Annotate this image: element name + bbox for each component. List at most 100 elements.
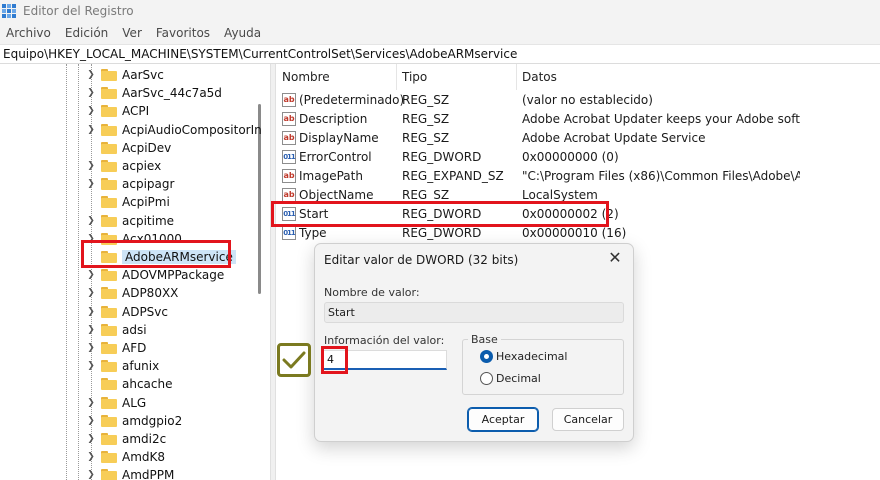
tree-item[interactable]: ❯ ACPI xyxy=(86,102,149,120)
tree-item[interactable]: ❯ amdgpio2 xyxy=(86,412,182,430)
tree-item[interactable]: ❯ AarSvc_44c7a5d xyxy=(86,84,222,102)
tree-item[interactable]: AcpiPmi xyxy=(86,193,170,211)
radio-decimal[interactable]: Decimal xyxy=(480,372,541,385)
tree-item[interactable]: ❯ AmdPPM xyxy=(86,466,174,480)
folder-icon xyxy=(101,287,117,300)
chevron-right-icon[interactable]: ❯ xyxy=(86,307,96,317)
ok-button[interactable]: Aceptar xyxy=(467,407,539,432)
tree-item[interactable]: ❯ ADOVMPPackage xyxy=(86,266,224,284)
address-bar[interactable]: Equipo\HKEY_LOCAL_MACHINE\SYSTEM\Current… xyxy=(0,44,880,64)
value-data: Adobe Acrobat Updater keeps your Adobe s… xyxy=(522,111,800,126)
folder-icon xyxy=(101,342,117,354)
tree-item-label: ADOVMPPackage xyxy=(122,268,225,283)
tree-item[interactable]: ❯ AcpiAudioCompositorIn xyxy=(86,121,262,139)
chevron-right-icon[interactable]: ❯ xyxy=(86,452,96,462)
base-group xyxy=(462,339,624,395)
cancel-button[interactable]: Cancelar xyxy=(552,408,624,431)
value-name-label: Nombre de valor: xyxy=(324,286,420,299)
value-row[interactable]: ab ImagePath REG_EXPAND_SZ "C:\Program File… xyxy=(276,166,880,185)
base-label: Base xyxy=(468,333,501,346)
chevron-right-icon[interactable]: ❯ xyxy=(86,470,96,480)
chevron-right-icon[interactable]: ❯ xyxy=(86,288,96,298)
value-name: ImagePath xyxy=(299,168,363,183)
menu-edicion[interactable]: Edición xyxy=(65,26,108,40)
value-data: Adobe Acrobat Update Service xyxy=(522,130,706,145)
tree-item[interactable]: ❯ AmdK8 xyxy=(86,448,165,466)
menu-favoritos[interactable]: Favoritos xyxy=(156,26,210,40)
chevron-right-icon[interactable]: ❯ xyxy=(86,161,96,171)
tree-item[interactable]: ❯ AarSvc xyxy=(86,66,164,84)
column-name-header[interactable]: Nombre xyxy=(276,64,396,90)
value-name-cell: ab (Predeterminado) xyxy=(282,90,404,109)
column-type-header[interactable]: Tipo xyxy=(396,64,516,90)
folder-icon xyxy=(101,360,117,373)
value-row[interactable]: ab Description REG_SZ Adobe Acrobat Updater… xyxy=(276,109,880,128)
value-name-cell: ab DisplayName xyxy=(282,128,379,147)
value-name: ObjectName xyxy=(299,187,374,202)
value-row[interactable]: ab DisplayName REG_SZ Adobe Acrobat Update … xyxy=(276,128,880,147)
value-type: REG_SZ xyxy=(402,92,450,107)
tree-item-label: ADP80XX xyxy=(122,286,179,301)
chevron-right-icon[interactable]: ❯ xyxy=(86,125,96,135)
folder-icon xyxy=(101,87,117,100)
tree-item-label: acpitime xyxy=(122,213,175,228)
value-name-field: Start xyxy=(324,302,624,323)
menu-ver[interactable]: Ver xyxy=(122,26,142,40)
chevron-right-icon[interactable]: ❯ xyxy=(86,106,96,116)
value-row[interactable]: ab (Predeterminado) REG_SZ (valor no establ… xyxy=(276,90,880,109)
folder-icon xyxy=(101,433,117,445)
folder-icon xyxy=(101,69,117,81)
tree-item-label: AmdPPM xyxy=(122,468,175,480)
chevron-right-icon[interactable]: ❯ xyxy=(86,416,96,426)
radio-selected-icon[interactable] xyxy=(480,350,493,363)
tree-item-label: AmdK8 xyxy=(122,450,166,465)
value-type: REG_DWORD xyxy=(402,149,482,164)
folder-icon xyxy=(101,305,117,318)
tree-item-label: AFD xyxy=(122,341,147,355)
folder-icon xyxy=(101,451,117,464)
tree-item[interactable]: ❯ acpitime xyxy=(86,212,174,230)
tree-item[interactable]: ❯ afunix xyxy=(86,357,159,375)
chevron-right-icon[interactable]: ❯ xyxy=(86,361,96,371)
chevron-right-icon[interactable]: ❯ xyxy=(86,270,96,280)
chevron-right-icon[interactable]: ❯ xyxy=(86,398,96,408)
tree-item[interactable]: ❯ acpipagr xyxy=(86,175,174,193)
radio-hexadecimal[interactable]: Hexadecimal xyxy=(480,350,567,363)
string-value-icon: ab xyxy=(282,168,296,183)
chevron-right-icon[interactable]: ❯ xyxy=(86,70,96,80)
radio-hexadecimal-label: Hexadecimal xyxy=(496,350,568,363)
tree-item[interactable]: ❯ acpiex xyxy=(86,157,161,175)
value-row[interactable]: 011 ErrorControl REG_DWORD 0x00000000 (0) xyxy=(276,147,880,166)
tree-item[interactable]: ❯ ADP80XX xyxy=(86,284,178,302)
tree-item[interactable]: ❯ amdi2c xyxy=(86,430,166,448)
tree-item[interactable]: ❯ ADPSvc xyxy=(86,303,168,321)
chevron-right-icon[interactable]: ❯ xyxy=(86,325,96,335)
column-data-header[interactable]: Datos xyxy=(516,64,856,90)
folder-icon xyxy=(101,196,117,209)
dialog-close-icon[interactable]: ✕ xyxy=(605,248,625,268)
menu-ayuda[interactable]: Ayuda xyxy=(224,26,261,40)
chevron-right-icon[interactable]: ❯ xyxy=(86,179,96,189)
chevron-right-icon[interactable]: ❯ xyxy=(86,434,96,444)
tree-item-label: ahcache xyxy=(122,377,173,392)
tree-item[interactable]: AcpiDev xyxy=(86,139,171,157)
value-data: (valor no establecido) xyxy=(522,92,653,107)
tree-item[interactable]: ❯ adsi xyxy=(86,321,146,339)
string-value-icon: ab xyxy=(282,187,296,202)
tree-item[interactable]: ❯ ALG xyxy=(86,394,146,412)
radio-unselected-icon[interactable] xyxy=(480,372,493,385)
value-name: (Predeterminado) xyxy=(299,92,405,107)
chevron-right-icon[interactable]: ❯ xyxy=(86,216,96,226)
tree-item[interactable]: ❯ AFD xyxy=(86,339,146,357)
tree-guide-line xyxy=(78,64,79,480)
value-name: Type xyxy=(299,225,327,240)
menu-archivo[interactable]: Archivo xyxy=(6,26,51,40)
value-name: DisplayName xyxy=(299,130,379,145)
folder-icon xyxy=(101,378,117,391)
tree-item[interactable]: ahcache xyxy=(86,375,173,393)
chevron-right-icon[interactable]: ❯ xyxy=(86,343,96,353)
folder-icon xyxy=(101,214,117,227)
tree-item-label: afunix xyxy=(122,359,160,374)
chevron-right-icon[interactable]: ❯ xyxy=(86,88,96,98)
